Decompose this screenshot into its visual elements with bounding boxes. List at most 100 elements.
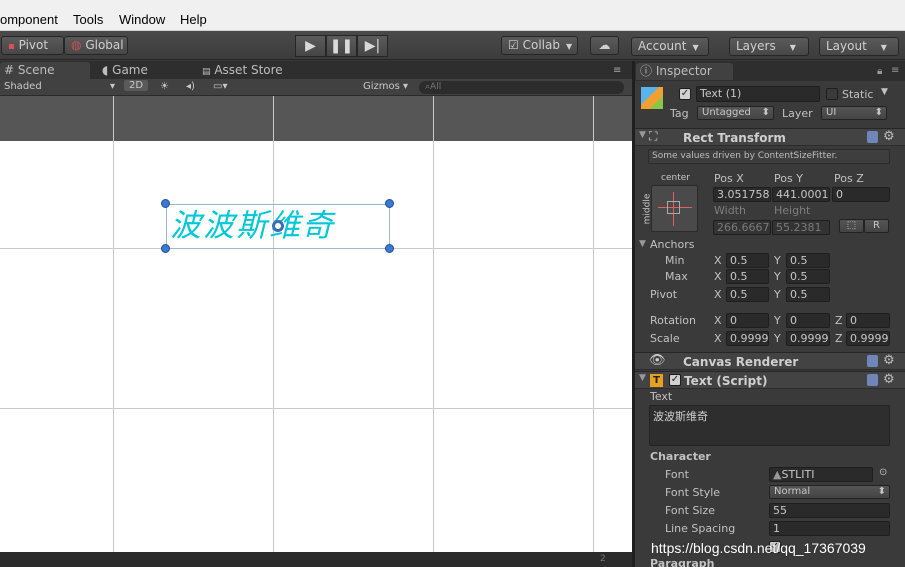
pivot-x-axis-label: X — [714, 288, 722, 301]
help-icon[interactable] — [867, 131, 878, 143]
global-button[interactable]: ◍ Global — [64, 36, 128, 55]
static-checkbox[interactable] — [826, 88, 838, 100]
text-content-area[interactable]: 波波斯维奇 — [649, 405, 890, 446]
help-icon[interactable] — [867, 355, 878, 367]
anchors-label: Anchors — [650, 238, 695, 251]
gear-icon[interactable]: ⚙ — [883, 129, 895, 144]
gear-icon[interactable]: ⚙ — [883, 372, 895, 387]
pos-y-label: Pos Y — [774, 172, 803, 185]
fold-arrow-icon: ▼ — [639, 373, 646, 383]
tab-game[interactable]: ◖ Game — [98, 62, 188, 79]
pivot-handle[interactable] — [272, 220, 284, 232]
effects-icon[interactable]: ▭▾ — [213, 81, 227, 92]
paragraph-section-label: Paragraph — [650, 557, 715, 567]
height-field: 55.2381 — [772, 220, 830, 235]
help-icon[interactable] — [867, 374, 878, 386]
inspector-tab-bar: ⓘ Inspector 🔒︎ ≡ — [635, 61, 905, 81]
gizmos-dropdown[interactable]: Gizmos ▾ — [363, 81, 408, 92]
menu-component[interactable]: omponent — [0, 12, 58, 27]
rotation-y-field[interactable]: 0 — [786, 313, 830, 328]
gear-icon[interactable]: ⚙ — [883, 353, 895, 368]
account-label: Account — [638, 39, 687, 53]
rotation-z-field[interactable]: 0 — [846, 313, 890, 328]
anchor-preset-button[interactable] — [651, 185, 698, 232]
font-field[interactable]: ▲STLITI — [769, 467, 873, 482]
lighting-icon[interactable]: ☀ — [160, 81, 169, 92]
watermark-text: https://blog.csdn.net/qq_17367039 — [651, 540, 866, 556]
resize-handle[interactable] — [385, 244, 394, 253]
height-label: Height — [774, 204, 811, 217]
component-actions: ⚙ — [867, 372, 899, 388]
scale-x-field[interactable]: 0.9999 — [726, 331, 769, 346]
layers-dropdown[interactable]: Layers ▼ — [729, 37, 809, 56]
pause-button[interactable]: ❚❚ — [326, 35, 357, 57]
rotation-x-field[interactable]: 0 — [726, 313, 769, 328]
resize-handle[interactable] — [161, 199, 170, 208]
rect-transform-header[interactable]: ▼ ⛶ Rect Transform ⚙ — [635, 128, 905, 146]
pivot-y-field[interactable]: 0.5 — [786, 287, 830, 302]
grid-line — [113, 96, 114, 552]
scene-search-input[interactable]: ⌕All — [419, 81, 624, 94]
shading-dropdown[interactable]: Shaded — [4, 81, 42, 92]
scale-z-field[interactable]: 0.9999 — [846, 331, 890, 346]
collab-button[interactable]: ☑ Collab ▼ — [501, 36, 578, 55]
pivot-label: Pivot — [650, 288, 678, 301]
menu-tools[interactable]: Tools — [73, 12, 103, 27]
layer-dropdown[interactable]: UI ⬍ — [821, 106, 887, 120]
scale-z-axis-label: Z — [835, 332, 843, 345]
line-spacing-field[interactable]: 1 — [769, 521, 890, 536]
line-spacing-label: Line Spacing — [665, 522, 736, 535]
mode-2d-toggle[interactable]: 2D — [124, 80, 149, 91]
tab-asset-store[interactable]: ▤ Asset Store — [198, 62, 318, 79]
global-label: Global — [85, 38, 124, 52]
font-size-field[interactable]: 55 — [769, 503, 890, 518]
tab-inspector[interactable]: ⓘ Inspector — [636, 63, 733, 80]
pos-z-field[interactable]: 0 — [832, 187, 890, 202]
resize-handle[interactable] — [385, 199, 394, 208]
step-button[interactable]: ▶| — [357, 35, 388, 57]
menu-window[interactable]: Window — [119, 12, 165, 27]
pivot-x-field[interactable]: 0.5 — [726, 287, 769, 302]
tab-scene[interactable]: # Scene — [0, 62, 90, 79]
lock-icon[interactable]: 🔒︎ — [877, 66, 882, 77]
font-style-dropdown[interactable]: Normal ⬍ — [769, 485, 890, 499]
menu-help[interactable]: Help — [180, 12, 207, 27]
layout-dropdown[interactable]: Layout ▼ — [819, 37, 899, 56]
anchor-min-y-field[interactable]: 0.5 — [786, 253, 830, 268]
pos-y-field[interactable]: 441.0001 — [772, 187, 830, 202]
main-toolbar: ▪ Pivot ◍ Global ☑ Collab ▼ ☁ Account ▼ La… — [0, 31, 905, 60]
gameobject-cube-icon — [641, 87, 663, 109]
object-picker-icon[interactable]: ⊙ — [879, 467, 887, 478]
text-enabled-checkbox[interactable]: ✓ — [669, 374, 681, 386]
blueprint-icon: ⬚ — [846, 220, 857, 231]
pivot-icon: ▪ — [8, 41, 15, 52]
chevron-down-icon[interactable]: ▼ — [881, 87, 888, 97]
cloud-button[interactable]: ☁ — [590, 36, 619, 55]
canvas-renderer-header[interactable]: 👁︎ Canvas Renderer ⚙ — [635, 352, 905, 370]
object-name-field[interactable]: Text (1) — [696, 86, 820, 102]
width-label: Width — [714, 204, 746, 217]
fold-arrow-icon[interactable]: ▼ — [639, 239, 646, 249]
layers-label: Layers — [736, 39, 776, 53]
scene-viewport[interactable]: 波波斯维奇 — [0, 96, 632, 552]
tab-menu-icon[interactable]: ≡ — [891, 65, 899, 76]
pos-x-field[interactable]: 3.051758 — [713, 187, 771, 202]
audio-icon[interactable]: ◂) — [186, 81, 195, 92]
pivot-button[interactable]: ▪ Pivot — [1, 36, 64, 55]
text-script-header[interactable]: ▼ T ✓ Text (Script) ⚙ — [635, 371, 905, 389]
play-button[interactable]: ▶ — [295, 35, 326, 57]
grid-icon: # — [4, 63, 15, 77]
anchor-max-y-field[interactable]: 0.5 — [786, 269, 830, 284]
blueprint-button[interactable]: ⬚ — [839, 219, 864, 233]
tag-dropdown[interactable]: Untagged ⬍ — [697, 106, 774, 120]
anchor-max-x-field[interactable]: 0.5 — [726, 269, 769, 284]
tab-menu-icon[interactable]: ≡ — [613, 65, 621, 76]
active-checkbox[interactable]: ✓ — [679, 88, 691, 100]
resize-handle[interactable] — [161, 244, 170, 253]
anchor-min-x-field[interactable]: 0.5 — [726, 253, 769, 268]
raw-edit-button[interactable]: R — [864, 219, 889, 233]
rect-transform-icon: ⛶ — [649, 129, 658, 143]
scale-y-field[interactable]: 0.9999 — [786, 331, 830, 346]
font-style-label: Font Style — [665, 486, 721, 499]
account-dropdown[interactable]: Account ▼ — [631, 37, 709, 56]
